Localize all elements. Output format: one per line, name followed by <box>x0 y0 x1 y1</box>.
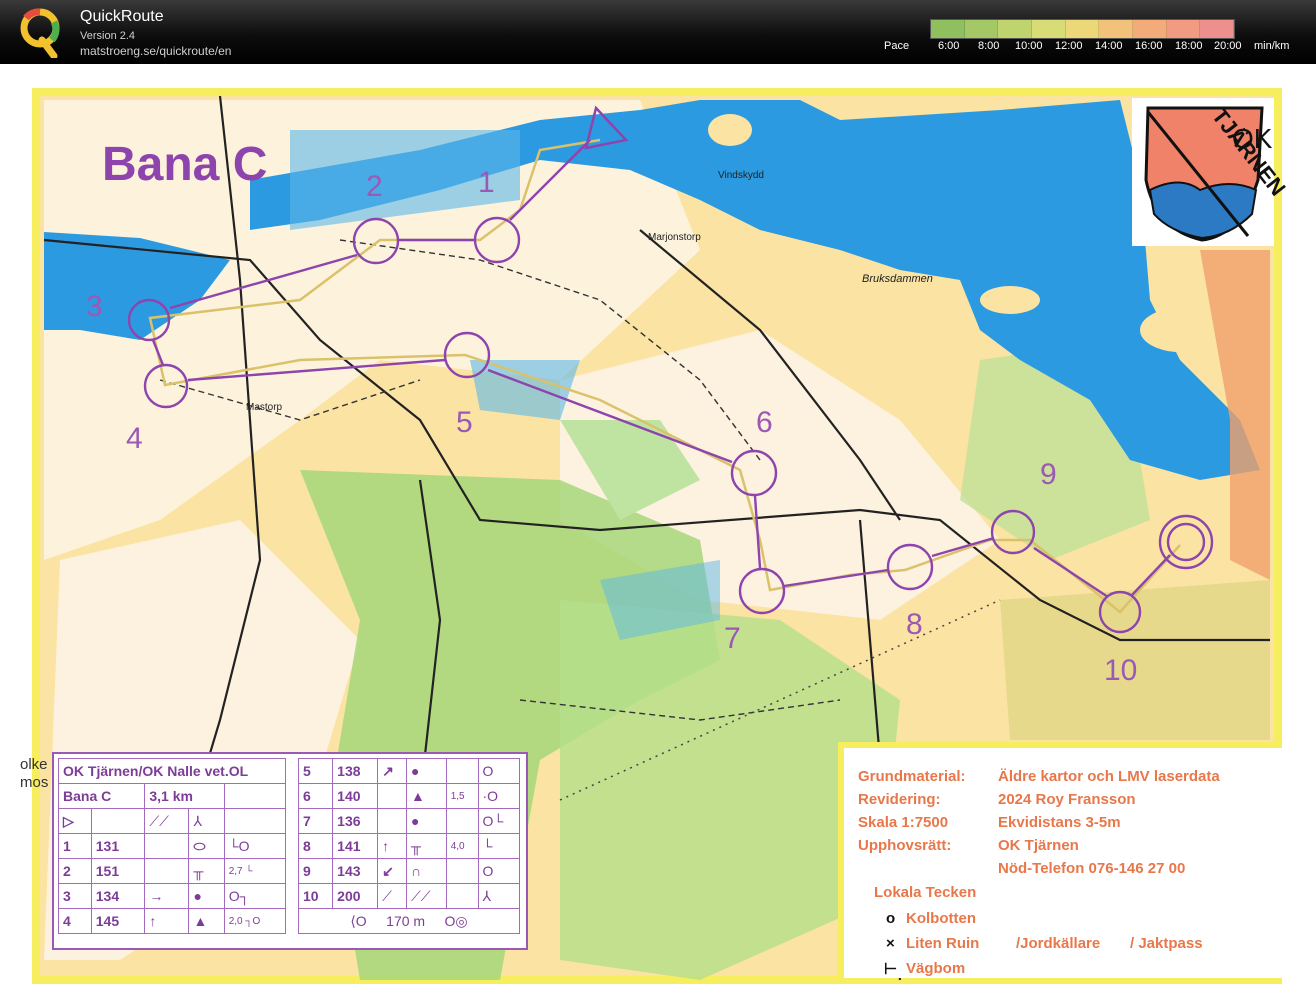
finish-distance-row: ⟨O 170 m O◎ <box>298 908 520 934</box>
pace-tick-label: 20:00 <box>1214 40 1242 52</box>
info-label: Upphovsrätt: <box>858 837 952 854</box>
symbol-label: Liten Ruin <box>906 935 980 952</box>
symbol-label: / Jaktpass <box>1130 935 1203 952</box>
control-row: 6 140 ▲ 1,5 ·O <box>297 783 521 809</box>
symbol-label: Vägbom <box>906 960 966 977</box>
pace-color-segment <box>998 20 1033 38</box>
description-table-right: 5 138 ↗ ● O 6 140 ▲ 1,5 ·O 7 136 ● O└ 8 141 ↑ ╥ 4,0 └ 91… <box>297 758 521 934</box>
info-value: Ekvidistans 3-5m <box>998 814 1121 831</box>
app-url-link[interactable]: matstroeng.se/quickroute/en <box>80 44 231 58</box>
edge-text: olke <box>20 756 48 773</box>
quickroute-logo-icon <box>20 8 60 58</box>
pace-label: Pace <box>884 40 910 52</box>
pace-color-segment <box>1200 20 1235 38</box>
finish-circle-icon: O◎ <box>444 912 468 929</box>
control-number-7: 7 <box>724 622 741 655</box>
app-header: QuickRoute Version 2.4 matstroeng.se/qui… <box>0 0 1316 64</box>
control-row: 1 131 ⬭ └O <box>58 833 287 859</box>
dot-icon: ● <box>188 883 225 909</box>
info-label: Grundmaterial: <box>858 768 966 785</box>
pace-color-segment <box>1099 20 1134 38</box>
control-row: 5 138 ↗ ● O <box>297 758 521 784</box>
control-number-8: 8 <box>906 608 923 641</box>
dot-icon: ● <box>405 758 447 784</box>
pace-color-segment <box>1166 20 1201 38</box>
ruin-symbol-icon: × <box>886 935 895 952</box>
info-value: Nöd-Telefon 076-146 27 00 <box>998 860 1186 877</box>
pace-tick-label: 12:00 <box>1055 40 1083 52</box>
info-value: 2024 Roy Fransson <box>998 791 1136 808</box>
triangle-icon: ▲ <box>188 908 225 934</box>
pace-tick-label: 8:00 <box>978 40 1000 52</box>
info-label: Revidering: <box>858 791 941 808</box>
control-row: 3 134 → ● O┐ <box>58 883 287 909</box>
info-label: Skala 1:7500 <box>858 814 949 831</box>
description-table-left: OK Tjärnen/OK Nalle vet.OL Bana C 3,1 km … <box>57 758 287 934</box>
bump-icon: ∩ <box>405 858 447 884</box>
control-number-2: 2 <box>366 170 383 203</box>
triangle-icon: ▲ <box>405 783 447 809</box>
control-row: 4 145 ↑ ▲ 2,0 ┐O <box>58 908 287 934</box>
road-barrier-symbol-icon: ⊢ <box>884 961 898 978</box>
map-info-panel: Grundmaterial: Äldre kartor och LMV lase… <box>838 742 1282 978</box>
control-number-5: 5 <box>456 406 473 439</box>
start-symbol-icon: ▷ <box>58 808 92 834</box>
pace-tick-label: 6:00 <box>938 40 960 52</box>
local-symbols-title: Lokala Tecken <box>874 884 977 901</box>
course-length: 3,1 km <box>144 783 225 809</box>
island <box>980 286 1040 314</box>
pace-color-scale <box>930 19 1235 39</box>
island <box>1140 308 1220 352</box>
finish-arrow-icon: ⟨O <box>350 912 367 929</box>
pace-color-segment <box>1032 20 1066 38</box>
edge-text: mos <box>20 774 49 791</box>
control-number-4: 4 <box>126 422 143 455</box>
control-row: 9 143 ↙ ∩ O <box>297 858 521 884</box>
control-row: 2 151 ╥ 2,7 └ <box>58 858 287 884</box>
app-title: QuickRoute <box>80 8 164 25</box>
control-number-10: 10 <box>1104 654 1138 687</box>
pace-tick-label: min/km <box>1254 40 1290 52</box>
place-mastorp: Mastorp <box>246 402 283 413</box>
event-title: OK Tjärnen/OK Nalle vet.OL <box>58 758 286 784</box>
control-number-6: 6 <box>756 406 773 439</box>
control-row: 10 200 ⟋ ⟋⟋ ⅄ <box>297 883 521 909</box>
place-marjonstorp: Marjonstorp <box>648 232 701 243</box>
course-title: Bana C <box>102 138 267 191</box>
wall-icon: ╥ <box>188 858 225 884</box>
pace-color-segment <box>964 20 999 38</box>
pace-tick-label: 18:00 <box>1175 40 1203 52</box>
course-name: Bana C <box>57 783 146 809</box>
control-row: 7 136 ● O└ <box>297 808 521 834</box>
island <box>708 114 752 146</box>
control-number-1: 1 <box>478 166 495 199</box>
symbol-label: Kolbotten <box>906 910 976 927</box>
control-description-sheet: OK Tjärnen/OK Nalle vet.OL Bana C 3,1 km … <box>52 752 528 950</box>
place-vindskydd: Vindskydd <box>718 170 764 181</box>
control-number-3: 3 <box>86 290 103 323</box>
pace-color-segment <box>1065 20 1100 38</box>
pace-color-segment <box>1133 20 1167 38</box>
kolbotten-symbol-icon: o <box>886 910 896 927</box>
control-row: 8 141 ↑ ╥ 4,0 └ <box>297 833 521 859</box>
place-bruksdammen: Bruksdammen <box>862 273 933 285</box>
info-value: Äldre kartor och LMV laserdata <box>998 768 1220 785</box>
info-value: OK Tjärnen <box>998 837 1079 854</box>
symbol-label: /Jordkällare <box>1016 935 1101 952</box>
pace-color-segment <box>931 20 965 38</box>
control-number-9: 9 <box>1040 458 1057 491</box>
wall-icon: ╥ <box>405 833 447 859</box>
dot-icon: ● <box>405 808 447 834</box>
start-path-icon: ⟋⟋ <box>144 808 190 834</box>
pace-tick-label: 14:00 <box>1095 40 1123 52</box>
oval-icon: ⬭ <box>188 833 225 859</box>
start-feature-icon: ⅄ <box>188 808 225 834</box>
pace-tick-label: 16:00 <box>1135 40 1163 52</box>
pace-tick-label: 10:00 <box>1015 40 1043 52</box>
app-version: Version 2.4 <box>80 30 136 42</box>
